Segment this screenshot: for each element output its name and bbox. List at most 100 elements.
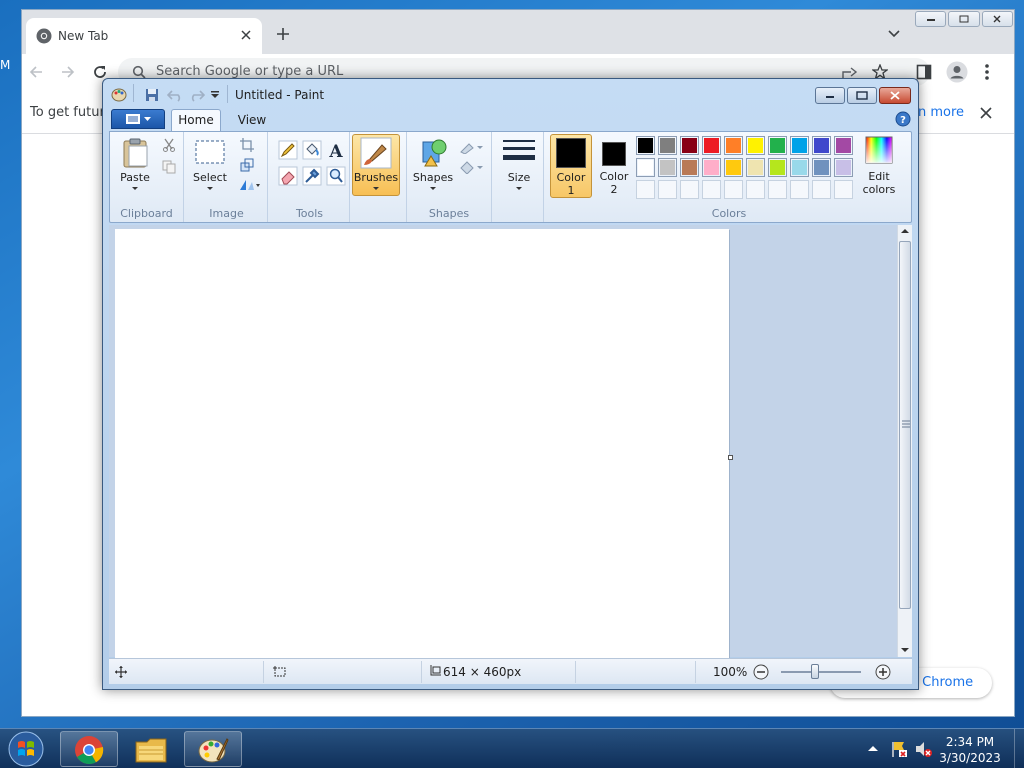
custom-color-slot[interactable]: [702, 180, 721, 199]
pencil-icon[interactable]: [278, 140, 298, 160]
redo-icon[interactable]: [189, 88, 205, 102]
select-button[interactable]: Select: [190, 134, 230, 196]
status-divider: [421, 661, 422, 683]
back-arrow-icon[interactable]: [28, 64, 44, 80]
custom-color-slot[interactable]: [790, 180, 809, 199]
scroll-down-arrow-icon[interactable]: [901, 647, 909, 653]
palette-swatch[interactable]: [680, 158, 699, 177]
palette-swatch[interactable]: [702, 136, 721, 155]
taskbar-explorer-button[interactable]: [122, 731, 180, 767]
palette-swatch[interactable]: [790, 158, 809, 177]
close-tab-icon[interactable]: [240, 29, 252, 41]
fill-icon[interactable]: [459, 160, 485, 174]
restore-button[interactable]: [948, 11, 980, 27]
custom-color-slot[interactable]: [812, 180, 831, 199]
show-desktop-button[interactable]: [1014, 729, 1024, 768]
palette-swatch[interactable]: [702, 158, 721, 177]
close-button[interactable]: [981, 11, 1013, 27]
chrome-tab-new-tab[interactable]: New Tab: [26, 18, 262, 54]
palette-swatch[interactable]: [834, 158, 853, 177]
size-button[interactable]: Size: [498, 134, 540, 196]
brushes-button[interactable]: Brushes: [352, 134, 400, 196]
text-tool-icon[interactable]: A: [326, 140, 346, 160]
profile-avatar-icon[interactable]: [946, 61, 968, 83]
infobar-learn-more-link[interactable]: n more: [918, 105, 964, 120]
palette-swatch[interactable]: [834, 136, 853, 155]
tab-search-chevron-icon[interactable]: [888, 30, 900, 38]
palette-swatch[interactable]: [812, 136, 831, 155]
palette-swatch[interactable]: [746, 136, 765, 155]
minimize-button[interactable]: [815, 87, 845, 104]
new-tab-icon[interactable]: [276, 27, 290, 41]
save-icon[interactable]: [145, 88, 159, 102]
palette-swatch[interactable]: [636, 158, 655, 177]
show-hidden-icons-chevron-icon[interactable]: [868, 745, 878, 751]
maximize-button[interactable]: [847, 87, 877, 104]
resize-icon[interactable]: [240, 158, 254, 172]
edit-colors-label-line2: colors: [862, 183, 896, 196]
palette-swatch[interactable]: [658, 158, 677, 177]
taskbar-paint-button[interactable]: [184, 731, 242, 767]
palette-swatch[interactable]: [812, 158, 831, 177]
taskbar-chrome-button[interactable]: [60, 731, 118, 767]
magnifier-icon[interactable]: [326, 166, 346, 186]
help-icon[interactable]: ?: [895, 111, 911, 127]
rotate-icon[interactable]: [238, 178, 260, 192]
cut-icon[interactable]: [162, 138, 176, 152]
outline-icon[interactable]: [459, 140, 485, 154]
paint-titlebar[interactable]: Untitled - Paint: [103, 79, 918, 109]
crop-icon[interactable]: [240, 138, 254, 152]
canvas-resize-handle[interactable]: [728, 455, 733, 460]
color1-button[interactable]: Color 1: [550, 134, 592, 198]
minimize-button[interactable]: [915, 11, 947, 27]
close-infobar-icon[interactable]: [980, 107, 992, 119]
start-orb-icon[interactable]: [6, 730, 46, 768]
custom-color-slot[interactable]: [658, 180, 677, 199]
action-center-flag-icon[interactable]: [890, 740, 908, 758]
tab-home[interactable]: Home: [171, 109, 221, 131]
custom-color-slot[interactable]: [680, 180, 699, 199]
scrollbar-thumb[interactable]: [899, 241, 911, 609]
taskbar-clock[interactable]: 2:34 PM 3/30/2023: [930, 734, 1010, 766]
eraser-icon[interactable]: [278, 166, 298, 186]
palette-swatch[interactable]: [790, 136, 809, 155]
custom-color-slot[interactable]: [746, 180, 765, 199]
custom-color-slot[interactable]: [834, 180, 853, 199]
zoom-slider-track[interactable]: [781, 671, 861, 673]
palette-swatch[interactable]: [680, 136, 699, 155]
palette-swatch[interactable]: [658, 136, 677, 155]
custom-color-slot[interactable]: [636, 180, 655, 199]
chrome-tab-title: New Tab: [58, 29, 109, 43]
palette-swatch[interactable]: [724, 136, 743, 155]
scroll-up-arrow-icon[interactable]: [901, 228, 909, 234]
fill-bucket-icon[interactable]: [302, 140, 322, 160]
edit-colors-button[interactable]: Edit colors: [856, 134, 902, 198]
share-icon[interactable]: [842, 65, 858, 79]
drawing-canvas[interactable]: [115, 229, 729, 659]
kebab-menu-icon[interactable]: [984, 63, 990, 81]
palette-swatch[interactable]: [746, 158, 765, 177]
side-panel-icon[interactable]: [916, 64, 932, 80]
palette-swatch[interactable]: [768, 136, 787, 155]
paint-app-icon[interactable]: [111, 87, 127, 103]
undo-icon[interactable]: [167, 88, 183, 102]
palette-swatch[interactable]: [768, 158, 787, 177]
close-button[interactable]: [879, 87, 911, 104]
color-picker-icon[interactable]: [302, 166, 322, 186]
paint-menu-button[interactable]: [111, 109, 165, 129]
color2-button[interactable]: Color 2: [594, 134, 634, 198]
palette-swatch[interactable]: [724, 158, 743, 177]
shapes-button[interactable]: Shapes: [411, 134, 455, 196]
custom-color-slot[interactable]: [768, 180, 787, 199]
zoom-out-icon[interactable]: [753, 664, 769, 680]
qat-customize-icon[interactable]: [211, 91, 219, 99]
tab-view[interactable]: View: [227, 111, 277, 131]
vertical-scrollbar[interactable]: [897, 225, 912, 657]
zoom-slider-thumb[interactable]: [811, 664, 819, 679]
zoom-in-icon[interactable]: [875, 664, 891, 680]
forward-arrow-icon[interactable]: [60, 64, 76, 80]
palette-swatch[interactable]: [636, 136, 655, 155]
paste-button[interactable]: Paste: [114, 134, 156, 196]
copy-icon[interactable]: [162, 160, 176, 174]
custom-color-slot[interactable]: [724, 180, 743, 199]
